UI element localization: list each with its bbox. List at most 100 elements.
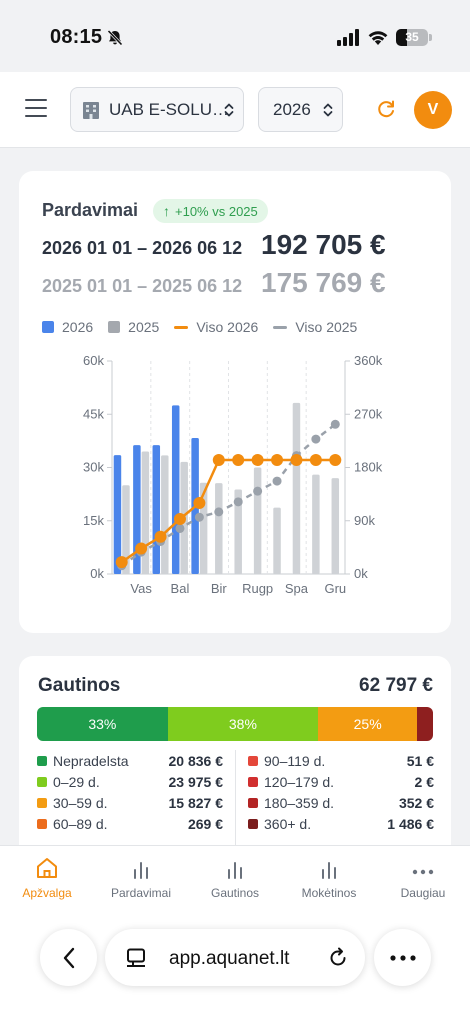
total-2025-point <box>233 497 243 507</box>
aging-stacked-bar: 33% 38% 25% <box>37 707 433 741</box>
company-select[interactable]: UAB E-SOLU… <box>70 87 244 132</box>
wifi-icon <box>368 31 388 45</box>
legend-label: Viso 2026 <box>196 319 259 335</box>
aging-list-right: 90–119 d. 51 € 120–179 d. 2 € 180–359 d. 352 … <box>248 750 434 834</box>
legend-swatch <box>108 321 121 333</box>
total-2026-point <box>232 453 245 466</box>
bar-2025 <box>273 507 281 574</box>
more-dots-icon <box>412 869 434 875</box>
trend-text: +10% vs 2025 <box>175 204 258 219</box>
nav-item-overview[interactable]: Apžvalga <box>0 854 94 900</box>
x-tick-label: Vas <box>130 581 152 596</box>
battery-tip <box>429 34 432 41</box>
year-select[interactable]: 2026 <box>258 87 343 132</box>
y-left-tick-label: 45k <box>83 406 104 421</box>
total-2026-point <box>173 512 186 525</box>
current-period: 2026 01 01 – 2026 06 12 <box>42 238 243 258</box>
chevron-left-icon <box>63 947 74 968</box>
trend-badge: ↑ +10% vs 2025 <box>153 199 268 223</box>
total-2025-point <box>330 419 340 429</box>
building-icon <box>83 101 99 119</box>
legend-item-total-2026[interactable]: Viso 2026 <box>174 319 258 335</box>
previous-period: 2025 01 01 – 2025 06 12 <box>42 276 243 296</box>
browser-back-button[interactable] <box>40 929 97 986</box>
y-left-tick-label: 0k <box>90 566 104 581</box>
arrow-up-icon: ↑ <box>163 203 170 219</box>
total-2025-point <box>253 486 263 496</box>
aging-segment: 38% <box>167 707 319 741</box>
total-2025-point <box>214 507 224 517</box>
total-2026-point <box>115 556 128 569</box>
aging-value: 1 486 € <box>387 815 434 832</box>
bar-chart-icon <box>134 862 148 879</box>
x-tick-label: Spa <box>285 581 309 596</box>
chart-legend: 2026 2025 Viso 2026 Viso 2025 <box>42 319 372 335</box>
aging-list-left: Nepradelsta 20 836 € 0–29 d. 23 975 € 30–59 … <box>37 750 223 834</box>
aging-color-dot <box>248 818 258 829</box>
menu-line <box>25 99 47 101</box>
bar-chart-icon <box>228 862 242 879</box>
x-tick-label: Gru <box>324 581 346 596</box>
aging-row: 180–359 d. 352 € <box>248 792 434 813</box>
total-2026-point <box>193 497 206 509</box>
chevron-updown-icon <box>323 103 333 117</box>
bar-2025 <box>253 467 262 574</box>
app-header: UAB E-SOLU… 2026 V <box>0 72 470 148</box>
nav-label: Daugiau <box>400 886 446 900</box>
legend-item-total-2025[interactable]: Viso 2025 <box>273 319 357 335</box>
nav-label: Mokėtinos <box>301 886 357 900</box>
chevron-updown-icon <box>224 103 234 117</box>
bar-2026 <box>171 405 180 574</box>
battery-percent: 35 <box>405 30 419 44</box>
legend-swatch <box>42 321 54 333</box>
menu-line <box>25 115 47 117</box>
reload-icon[interactable] <box>327 947 349 969</box>
total-2025-point <box>175 523 185 533</box>
aging-row: 120–179 d. 2 € <box>248 771 434 792</box>
aging-segment: 25% <box>318 707 418 741</box>
browser-more-button[interactable] <box>374 929 431 986</box>
nav-label: Gautinos <box>210 886 260 900</box>
y-right-tick-label: 90k <box>354 513 375 528</box>
legend-item-2025[interactable]: 2025 <box>108 319 159 335</box>
url-text: app.aquanet.lt <box>169 948 290 969</box>
aging-color-dot <box>37 818 47 829</box>
status-time: 08:15 <box>50 26 103 48</box>
nav-item-receivables[interactable]: Gautinos <box>188 854 282 900</box>
home-icon <box>37 858 57 878</box>
nav-item-payables[interactable]: Mokėtinos <box>282 854 376 900</box>
total-2026-point <box>271 453 284 466</box>
bar-2025 <box>292 402 301 574</box>
aging-divider <box>235 750 236 845</box>
aging-label: 30–59 d. <box>53 794 108 811</box>
aging-label: Nepradelsta <box>53 752 129 769</box>
bar-2025 <box>312 474 320 574</box>
avatar[interactable]: V <box>414 91 452 129</box>
legend-item-2026[interactable]: 2026 <box>42 319 93 335</box>
total-2025-point <box>194 512 204 522</box>
x-tick-label: Rugp <box>242 581 273 596</box>
bottom-nav: Apžvalga Pardavimai Gautinos Mokėtinos D… <box>0 845 470 905</box>
total-2026-point <box>329 453 342 466</box>
aging-color-dot <box>37 755 47 766</box>
total-2026-point <box>309 453 322 466</box>
aging-label: 360+ d. <box>264 815 312 832</box>
y-right-tick-label: 270k <box>354 406 383 421</box>
nav-item-sales[interactable]: Pardavimai <box>94 854 188 900</box>
address-bar[interactable]: app.aquanet.lt <box>105 929 365 986</box>
menu-button[interactable] <box>25 99 49 119</box>
aging-segment: 33% <box>37 707 168 741</box>
previous-amount: 175 769 € <box>261 267 386 298</box>
x-tick-label: Bal <box>171 581 190 596</box>
aging-color-dot <box>248 797 258 808</box>
battery-icon: 35 <box>396 29 428 46</box>
legend-label: 2025 <box>128 319 160 335</box>
bar-2026 <box>113 455 122 574</box>
refresh-icon[interactable] <box>375 98 397 120</box>
bar-2025 <box>215 483 223 574</box>
sales-title: Pardavimai <box>42 200 139 220</box>
aging-value: 352 € <box>398 794 434 811</box>
x-tick-label: Bir <box>211 581 228 596</box>
nav-item-more[interactable]: Daugiau <box>376 854 470 900</box>
aging-value: 2 € <box>414 773 434 790</box>
